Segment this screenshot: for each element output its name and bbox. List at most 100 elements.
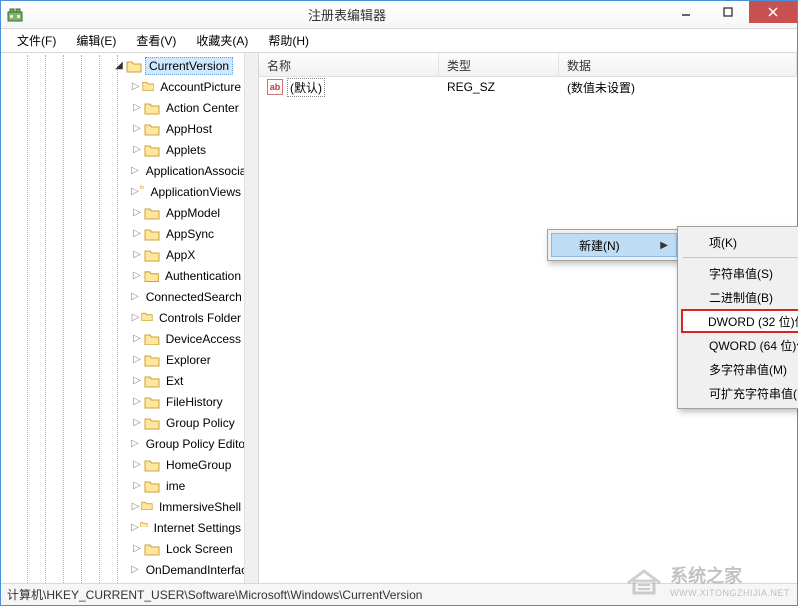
registry-tree[interactable]: ◢CurrentVersion▷AccountPicture▷Action Ce… <box>1 55 244 583</box>
tree-item[interactable]: ▷HomeGroup <box>1 454 244 475</box>
tree-item[interactable]: ▷Internet Settings <box>1 517 244 538</box>
close-button[interactable] <box>749 1 797 23</box>
tree-item-label: Action Center <box>163 100 242 116</box>
expand-icon[interactable]: ▷ <box>131 81 141 92</box>
expand-icon[interactable]: ▷ <box>131 291 139 302</box>
expand-icon[interactable]: ▷ <box>131 207 143 218</box>
context-item-binary[interactable]: 二进制值(B) <box>681 285 798 309</box>
tree-item[interactable]: ▷ Controls Folder <box>1 307 244 328</box>
context-item-string[interactable]: 字符串值(S) <box>681 261 798 285</box>
tree-item[interactable]: ▷ AppHost <box>1 118 244 139</box>
folder-icon <box>144 248 160 262</box>
tree-item[interactable]: ▷ FileHistory <box>1 391 244 412</box>
tree-item[interactable]: ▷ AppModel <box>1 202 244 223</box>
folder-icon <box>144 101 160 115</box>
context-item-new[interactable]: 新建(N) ▶ <box>551 233 677 257</box>
menu-help[interactable]: 帮助(H) <box>258 30 319 51</box>
folder-icon <box>144 416 160 430</box>
context-item-label: DWORD (32 位)值(D) <box>708 313 798 330</box>
tree-pane: ◢CurrentVersion▷AccountPicture▷Action Ce… <box>1 53 259 583</box>
expand-icon[interactable]: ▷ <box>131 564 139 575</box>
expand-icon[interactable]: ▷ <box>131 144 143 155</box>
tree-item-selected[interactable]: ◢CurrentVersion <box>1 55 244 76</box>
context-item-label: 项(K) <box>709 234 737 251</box>
tree-item[interactable]: ▷ Explorer <box>1 349 244 370</box>
expand-icon[interactable]: ▷ <box>131 123 143 134</box>
expand-icon[interactable]: ▷ <box>131 312 140 323</box>
expand-icon[interactable]: ▷ <box>131 165 139 176</box>
expand-icon[interactable]: ▷ <box>131 480 143 491</box>
context-item-label: 二进制值(B) <box>709 289 773 306</box>
list-body[interactable]: ab (默认) REG_SZ (数值未设置) 新建(N) ▶ <box>259 77 797 583</box>
tree-item-label: Explorer <box>163 352 214 368</box>
expand-icon[interactable]: ▷ <box>131 186 139 197</box>
folder-icon <box>140 521 148 535</box>
tree-item-label: AppModel <box>163 205 223 221</box>
list-pane: 名称 类型 数据 ab (默认) REG_SZ (数值未设置) <box>259 53 797 583</box>
maximize-button[interactable] <box>707 1 749 23</box>
expand-icon[interactable]: ▷ <box>131 543 143 554</box>
expand-icon[interactable]: ▷ <box>131 522 139 533</box>
tree-item[interactable]: ▷ApplicationViews <box>1 181 244 202</box>
tree-item-label: FileHistory <box>163 394 226 410</box>
window-title: 注册表编辑器 <box>29 5 665 24</box>
tree-item-label: AppSync <box>163 226 217 242</box>
col-type[interactable]: 类型 <box>439 53 559 76</box>
tree-item-label: OnDemandInterface <box>143 562 244 578</box>
tree-item[interactable]: ▷ Action Center <box>1 97 244 118</box>
tree-item[interactable]: ▷Ext <box>1 370 244 391</box>
context-item-key[interactable]: 项(K) <box>681 230 798 254</box>
tree-item[interactable]: ▷Group Policy Editor <box>1 433 244 454</box>
expand-icon[interactable]: ▷ <box>131 249 143 260</box>
tree-item[interactable]: ▷Lock Screen <box>1 538 244 559</box>
context-item-label: 字符串值(S) <box>709 265 773 282</box>
tree-item-label: Controls Folder <box>156 310 244 326</box>
tree-scrollbar[interactable] <box>244 53 258 583</box>
folder-icon <box>144 395 160 409</box>
collapse-icon[interactable]: ◢ <box>113 60 125 71</box>
expand-icon[interactable]: ▷ <box>131 102 143 113</box>
expand-icon[interactable]: ▷ <box>131 270 143 281</box>
context-item-expand[interactable]: 可扩充字符串值(E) <box>681 381 798 405</box>
col-data[interactable]: 数据 <box>559 53 797 76</box>
tree-item[interactable]: ▷Authentication <box>1 265 244 286</box>
context-item-multi[interactable]: 多字符串值(M) <box>681 357 798 381</box>
tree-item[interactable]: ▷ OnDemandInterface <box>1 559 244 580</box>
tree-item[interactable]: ▷ AppSync <box>1 223 244 244</box>
tree-item[interactable]: ▷Applets <box>1 139 244 160</box>
list-row[interactable]: ab (默认) REG_SZ (数值未设置) <box>259 77 797 97</box>
folder-icon <box>140 185 145 199</box>
expand-icon[interactable]: ▷ <box>131 375 143 386</box>
tree-item[interactable]: ▷ImmersiveShell <box>1 496 244 517</box>
tree-item[interactable]: ▷Group Policy <box>1 412 244 433</box>
folder-icon <box>144 353 160 367</box>
value-name: (默认) <box>287 78 325 97</box>
expand-icon[interactable]: ▷ <box>131 438 139 449</box>
menu-edit[interactable]: 编辑(E) <box>66 30 126 51</box>
expand-icon[interactable]: ▷ <box>131 501 140 512</box>
tree-item[interactable]: ▷ime <box>1 475 244 496</box>
tree-item[interactable]: ▷ ApplicationAssociations <box>1 160 244 181</box>
minimize-button[interactable] <box>665 1 707 23</box>
tree-item-label: DeviceAccess <box>163 331 244 347</box>
tree-item[interactable]: ▷AppX <box>1 244 244 265</box>
menu-view[interactable]: 查看(V) <box>126 30 186 51</box>
context-item-qword[interactable]: QWORD (64 位)值(Q) <box>681 333 798 357</box>
tree-item[interactable]: ▷ DeviceAccess <box>1 328 244 349</box>
menu-favorites[interactable]: 收藏夹(A) <box>186 30 258 51</box>
folder-icon <box>144 542 160 556</box>
expand-icon[interactable]: ▷ <box>131 354 143 365</box>
menu-file[interactable]: 文件(F) <box>7 30 66 51</box>
context-item-dword[interactable]: DWORD (32 位)值(D) <box>681 309 798 333</box>
tree-item-label: ApplicationAssociations <box>143 163 244 179</box>
col-name[interactable]: 名称 <box>259 53 439 76</box>
tree-item-label: AppHost <box>163 121 215 137</box>
tree-item[interactable]: ▷AccountPicture <box>1 76 244 97</box>
tree-item[interactable]: ▷ConnectedSearch <box>1 286 244 307</box>
expand-icon[interactable]: ▷ <box>131 228 143 239</box>
expand-icon[interactable]: ▷ <box>131 417 143 428</box>
folder-icon <box>144 332 160 346</box>
expand-icon[interactable]: ▷ <box>131 396 143 407</box>
expand-icon[interactable]: ▷ <box>131 459 143 470</box>
expand-icon[interactable]: ▷ <box>131 333 143 344</box>
